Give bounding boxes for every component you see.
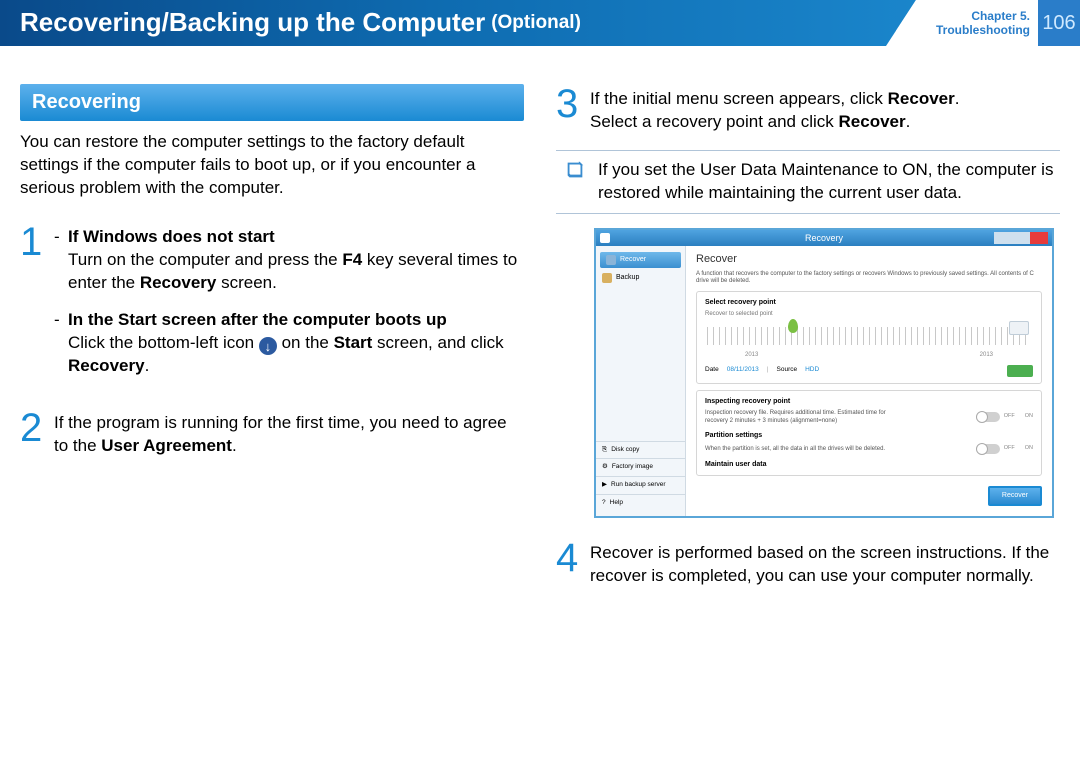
- sidebar-item-disk-copy[interactable]: ⎘Disk copy: [596, 441, 685, 459]
- header-title: Recovering/Backing up the Computer: [20, 5, 485, 40]
- backup-icon: [602, 273, 612, 283]
- step-body: If the initial menu screen appears, clic…: [590, 84, 960, 134]
- down-arrow-icon: ↓: [259, 337, 277, 355]
- toggle-switch[interactable]: [976, 444, 1000, 454]
- panel-heading: Inspecting recovery point: [705, 397, 1033, 406]
- maximize-icon[interactable]: [1012, 232, 1030, 244]
- sidebar-item-run-backup[interactable]: ▶Run backup server: [596, 476, 685, 494]
- sidebar-item-recover[interactable]: Recover: [600, 252, 681, 268]
- pin-icon[interactable]: [788, 319, 798, 333]
- recover-button[interactable]: Recover: [988, 486, 1042, 505]
- recover-icon: [606, 255, 616, 265]
- panel-heading: Select recovery point: [705, 298, 1033, 307]
- window-app-icon: [600, 233, 610, 243]
- step-body: Recover is performed based on the screen…: [590, 538, 1060, 588]
- confirm-button[interactable]: [1007, 365, 1033, 377]
- minimize-icon[interactable]: [994, 232, 1012, 244]
- substep-body: Turn on the computer and press the F4 ke…: [68, 249, 524, 295]
- bullet-dash: -: [54, 226, 68, 295]
- help-icon: ?: [602, 499, 606, 508]
- page-number: 106: [1038, 0, 1080, 46]
- panel-heading: Maintain user data: [705, 460, 1033, 469]
- sidebar: Recover Backup ⎘Disk copy ⚙Factory image…: [596, 246, 686, 516]
- step-4: 4 Recover is performed based on the scre…: [556, 538, 1060, 588]
- run-icon: ▶: [602, 481, 607, 490]
- factory-icon: ⚙: [602, 463, 608, 472]
- close-icon[interactable]: [1030, 232, 1048, 244]
- step-1: 1 - If Windows does not start Turn on th…: [20, 222, 524, 392]
- sidebar-item-backup[interactable]: Backup: [596, 270, 685, 286]
- window-titlebar: Recovery: [596, 230, 1052, 246]
- step-body: If the program is running for the first …: [54, 408, 524, 458]
- inspecting-panel: Inspecting recovery point Inspection rec…: [696, 390, 1042, 477]
- panel-desc: A function that recovers the computer to…: [696, 271, 1042, 285]
- sidebar-item-factory[interactable]: ⚙Factory image: [596, 458, 685, 476]
- substep-title: In the Start screen after the computer b…: [68, 309, 524, 332]
- sidebar-item-help[interactable]: ?Help: [596, 494, 685, 512]
- disk-icon: ⎘: [602, 446, 607, 455]
- panel-heading: Partition settings: [705, 431, 1033, 440]
- step-number: 1: [20, 222, 54, 392]
- bullet-dash: -: [54, 309, 68, 379]
- chapter-name: Troubleshooting: [936, 23, 1030, 37]
- step-number: 3: [556, 84, 590, 134]
- step-number: 2: [20, 408, 54, 458]
- toggle-switch[interactable]: [976, 412, 1000, 422]
- folder-icon[interactable]: [1009, 321, 1029, 335]
- main-panel: Recover A function that recovers the com…: [686, 246, 1052, 516]
- intro-text: You can restore the computer settings to…: [20, 131, 524, 200]
- panel-subtext: Recover to selected point: [705, 310, 1033, 318]
- step-number: 4: [556, 538, 590, 588]
- section-heading: Recovering: [20, 84, 524, 121]
- page-header: Recovering/Backing up the Computer (Opti…: [0, 0, 1080, 46]
- window-title: Recovery: [805, 232, 843, 244]
- note-text: If you set the User Data Maintenance to …: [598, 159, 1054, 205]
- step-2: 2 If the program is running for the firs…: [20, 408, 524, 458]
- left-column: Recovering You can restore the computer …: [20, 84, 524, 604]
- header-subtitle: (Optional): [491, 10, 581, 36]
- recovery-screenshot: Recovery Recover Backup ⎘Disk copy ⚙Fact…: [594, 228, 1054, 518]
- select-recovery-point-panel: Select recovery point Recover to selecte…: [696, 291, 1042, 384]
- substep-body: Click the bottom-left icon ↓ on the Star…: [68, 332, 524, 379]
- step-3: 3 If the initial menu screen appears, cl…: [556, 84, 1060, 134]
- chapter-info: Chapter 5. Troubleshooting: [896, 0, 1038, 46]
- meta-row: Date 08/11/2013 | Source HDD: [705, 365, 1033, 377]
- note-icon: [562, 159, 588, 181]
- timeline-slider[interactable]: [707, 327, 1031, 345]
- substep-title: If Windows does not start: [68, 226, 524, 249]
- panel-title: Recover: [696, 252, 1042, 267]
- right-column: 3 If the initial menu screen appears, cl…: [556, 84, 1060, 604]
- chapter-number: Chapter 5.: [936, 9, 1030, 23]
- note-box: If you set the User Data Maintenance to …: [556, 150, 1060, 214]
